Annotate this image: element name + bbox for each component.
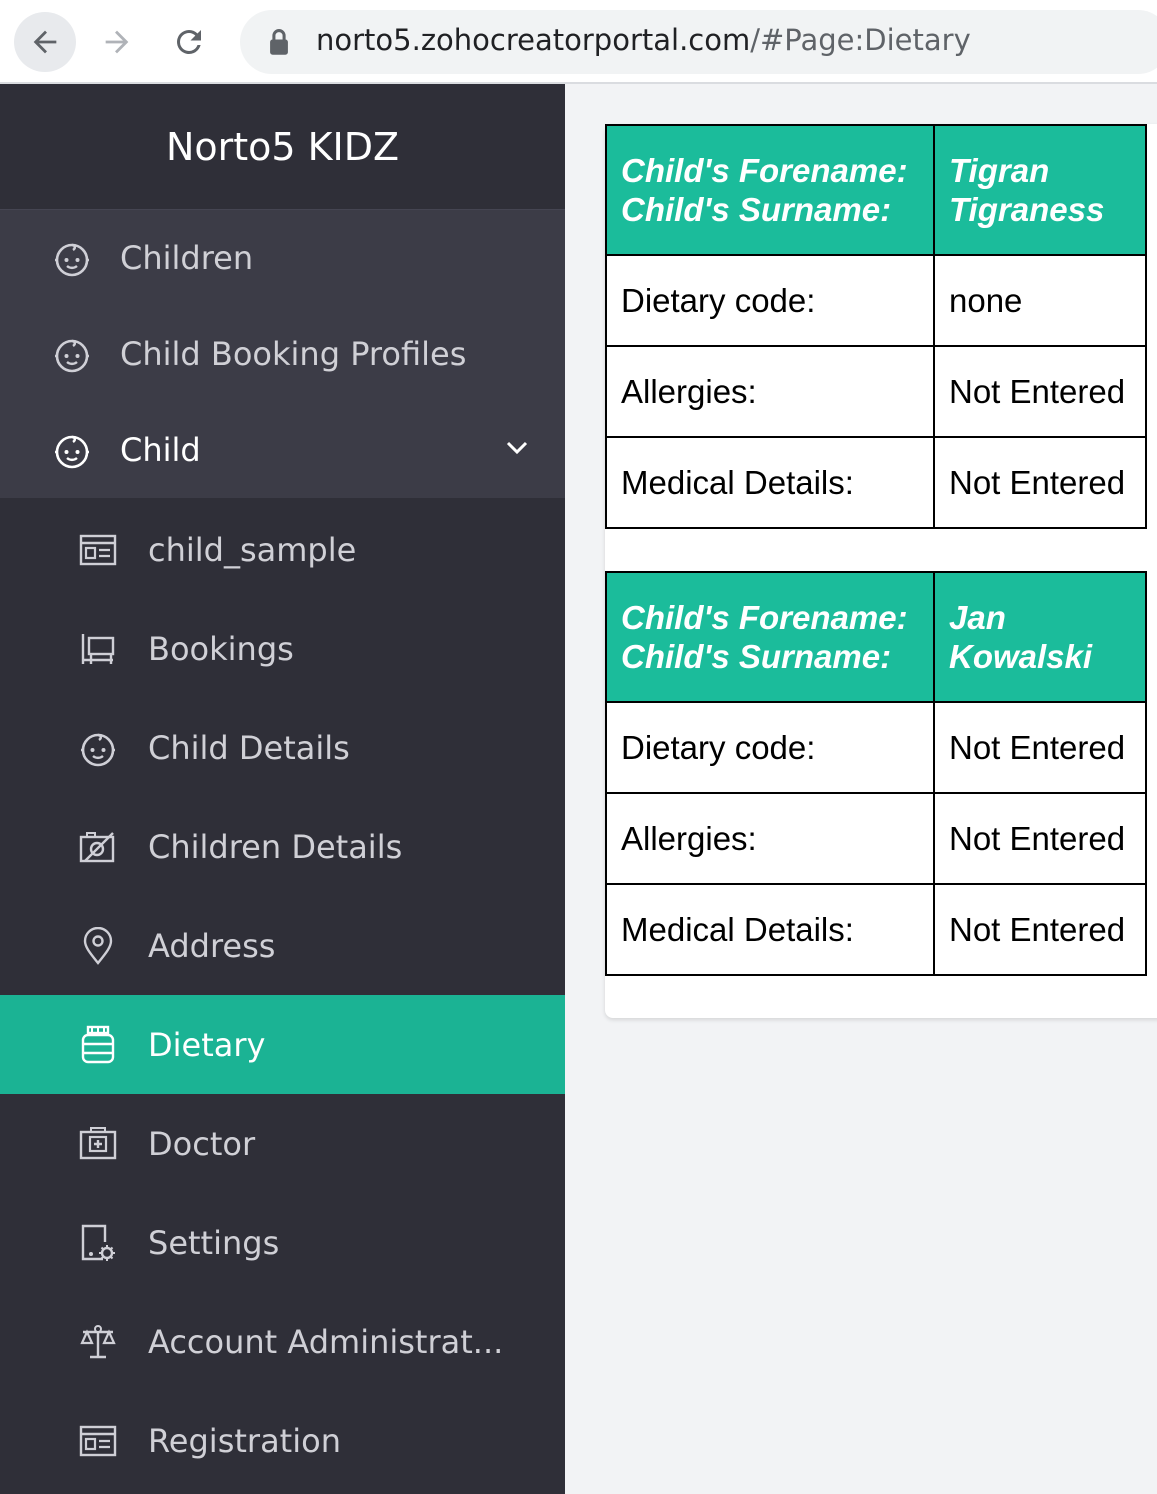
sidebar-item-label: Doctor bbox=[148, 1124, 256, 1163]
sidebar-item-label: Child bbox=[120, 431, 201, 469]
child-name-cell: Tigran Tigraness bbox=[933, 124, 1147, 256]
sidebar: Norto5 KIDZ Children Child Booking Profi… bbox=[0, 84, 565, 1494]
child-forename: Jan bbox=[949, 599, 1006, 636]
sidebar-item-label: Registration bbox=[148, 1421, 341, 1460]
reload-button[interactable] bbox=[158, 12, 220, 72]
sidebar-item-label: Children bbox=[120, 239, 254, 277]
child-surname: Kowalski bbox=[949, 638, 1093, 675]
sidebar-item-settings[interactable]: Settings bbox=[0, 1193, 565, 1292]
child-face-icon bbox=[52, 430, 92, 470]
arrow-left-icon bbox=[33, 30, 57, 54]
row-value: Not Entered bbox=[933, 883, 1147, 976]
row-label: Allergies: bbox=[605, 345, 935, 438]
sidebar-item-registration[interactable]: Registration bbox=[0, 1391, 565, 1490]
table-header-row: Child's Forename: Child's Surname: Tigran… bbox=[605, 124, 1147, 256]
sidebar-item-account-administration[interactable]: Account Administrat... bbox=[0, 1292, 565, 1391]
table-row: Dietary code: Not Entered bbox=[605, 701, 1147, 794]
sidebar-item-doctor[interactable]: Doctor bbox=[0, 1094, 565, 1193]
image-slash-icon bbox=[78, 827, 118, 867]
row-label: Allergies: bbox=[605, 792, 935, 885]
chevron-down-icon[interactable] bbox=[505, 440, 529, 456]
sidebar-item-bookings[interactable]: Bookings bbox=[0, 599, 565, 698]
sidebar-item-child-details[interactable]: Child Details bbox=[0, 698, 565, 797]
sidebar-top-group: Children Child Booking Profiles Child bbox=[0, 210, 565, 498]
table-row: Medical Details: Not Entered bbox=[605, 883, 1147, 976]
sidebar-item-children[interactable]: Children bbox=[0, 210, 565, 306]
browser-toolbar: norto5.zohocreatorportal.com/#Page:Dieta… bbox=[0, 0, 1157, 84]
sidebar-item-label: Child Details bbox=[148, 728, 350, 767]
row-value: Not Entered bbox=[933, 436, 1147, 529]
url-path: /#Page:Dietary bbox=[750, 23, 971, 57]
row-label: Medical Details: bbox=[605, 883, 935, 976]
row-value: none bbox=[933, 254, 1147, 347]
sidebar-item-address[interactable]: Address bbox=[0, 896, 565, 995]
sidebar-item-label: Settings bbox=[148, 1223, 280, 1262]
child-face-icon bbox=[78, 728, 118, 768]
table-row: Allergies: Not Entered bbox=[605, 345, 1147, 438]
child-submenu: child_sample Bookings Child Details Chil… bbox=[0, 498, 565, 1490]
sidebar-item-child-sample[interactable]: child_sample bbox=[0, 500, 565, 599]
table-row: Medical Details: Not Entered bbox=[605, 436, 1147, 529]
sidebar-item-label: child_sample bbox=[148, 530, 357, 569]
dietary-record-table: Child's Forename: Child's Surname: Jan Kow… bbox=[605, 571, 1147, 976]
dietary-record-table: Child's Forename: Child's Surname: Tigran… bbox=[605, 124, 1147, 529]
form-icon bbox=[78, 530, 118, 570]
child-name-cell: Jan Kowalski bbox=[933, 571, 1147, 703]
table-row: Dietary code: none bbox=[605, 254, 1147, 347]
scales-icon bbox=[78, 1322, 118, 1362]
row-label: Dietary code: bbox=[605, 701, 935, 794]
child-surname: Tigraness bbox=[949, 191, 1105, 228]
child-face-icon bbox=[52, 238, 92, 278]
name-labels-cell: Child's Forename: Child's Surname: bbox=[605, 124, 935, 256]
sidebar-item-label: Child Booking Profiles bbox=[120, 335, 467, 373]
sidebar-item-label: Bookings bbox=[148, 629, 294, 668]
arrow-right-icon bbox=[105, 30, 129, 54]
row-value: Not Entered bbox=[933, 701, 1147, 794]
settings-page-icon bbox=[78, 1223, 118, 1263]
address-bar[interactable]: norto5.zohocreatorportal.com/#Page:Dieta… bbox=[240, 10, 1157, 74]
sidebar-item-child-booking-profiles[interactable]: Child Booking Profiles bbox=[0, 306, 565, 402]
app-brand: Norto5 KIDZ bbox=[0, 84, 565, 210]
sidebar-item-children-details[interactable]: Children Details bbox=[0, 797, 565, 896]
map-pin-icon bbox=[78, 926, 118, 966]
row-value: Not Entered bbox=[933, 792, 1147, 885]
name-labels-cell: Child's Forename: Child's Surname: bbox=[605, 571, 935, 703]
sidebar-item-label: Children Details bbox=[148, 827, 403, 866]
child-forename: Tigran bbox=[949, 152, 1050, 189]
url-text: norto5.zohocreatorportal.com/#Page:Dieta… bbox=[316, 23, 971, 57]
form-icon bbox=[78, 1421, 118, 1461]
jar-icon bbox=[78, 1025, 118, 1065]
url-host: norto5.zohocreatorportal.com bbox=[316, 23, 751, 57]
sidebar-item-label: Dietary bbox=[148, 1025, 266, 1064]
lock-icon bbox=[270, 29, 288, 55]
row-label: Medical Details: bbox=[605, 436, 935, 529]
back-button[interactable] bbox=[14, 12, 76, 72]
child-face-icon bbox=[52, 334, 92, 374]
row-label: Dietary code: bbox=[605, 254, 935, 347]
table-row: Allergies: Not Entered bbox=[605, 792, 1147, 885]
reload-icon bbox=[176, 29, 201, 54]
row-value: Not Entered bbox=[933, 345, 1147, 438]
medical-kit-icon bbox=[78, 1124, 118, 1164]
table-header-row: Child's Forename: Child's Surname: Jan Kow… bbox=[605, 571, 1147, 703]
dietary-report-card: Child's Forename: Child's Surname: Tigran… bbox=[605, 124, 1157, 1018]
sidebar-item-label: Address bbox=[148, 926, 276, 965]
sidebar-item-label: Account Administrat... bbox=[148, 1322, 504, 1361]
desk-icon bbox=[78, 629, 118, 669]
sidebar-item-dietary[interactable]: Dietary bbox=[0, 995, 565, 1094]
forward-button[interactable] bbox=[86, 12, 148, 72]
sidebar-item-child[interactable]: Child bbox=[0, 402, 565, 498]
